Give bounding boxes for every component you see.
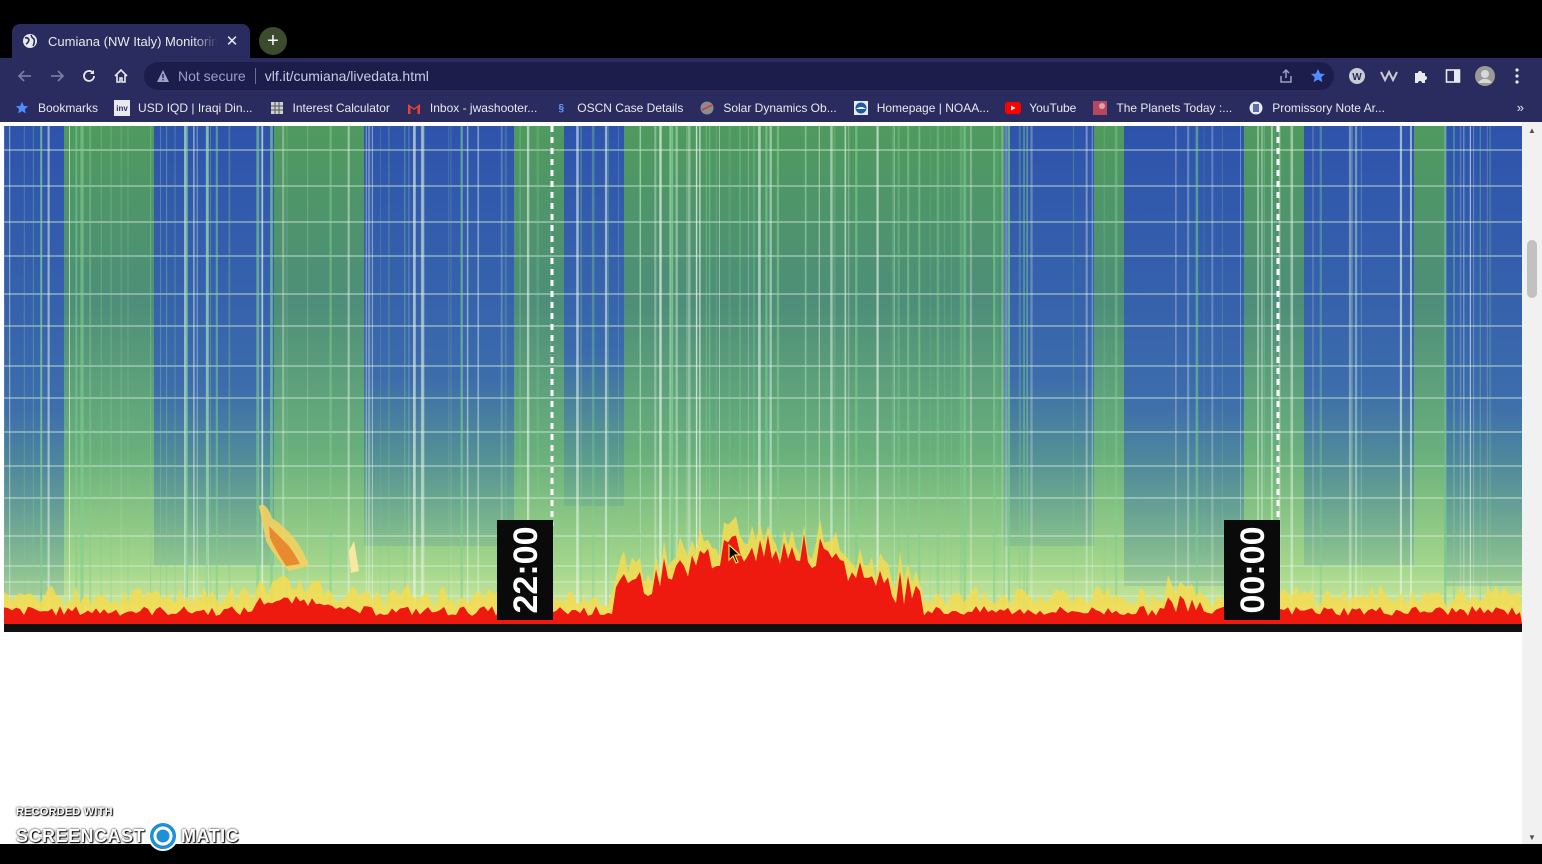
- tab-cumiana[interactable]: Cumiana (NW Italy) Monitoring S ✕: [12, 24, 250, 58]
- new-tab-button[interactable]: +: [259, 27, 287, 55]
- bookmark-label: Promissory Note Ar...: [1272, 101, 1385, 115]
- tab-strip: Cumiana (NW Italy) Monitoring S ✕ +: [0, 0, 1542, 58]
- toolbar: Not secure vlf.it/cumiana/livedata.html …: [0, 58, 1542, 94]
- scroll-up-icon[interactable]: ▲: [1528, 126, 1536, 135]
- time-label-00-box: 00:00: [1224, 520, 1280, 620]
- menu-kebab-icon[interactable]: [1507, 66, 1527, 86]
- planets-icon: [1092, 100, 1108, 116]
- bookmark-solar-dynamics[interactable]: Solar Dynamics Ob...: [699, 100, 837, 116]
- address-bar[interactable]: Not secure vlf.it/cumiana/livedata.html: [144, 62, 1334, 90]
- extensions-puzzle-icon[interactable]: [1411, 66, 1431, 86]
- bookmark-star-icon[interactable]: [1308, 66, 1328, 86]
- bookmark-label: YouTube: [1029, 101, 1077, 115]
- vlf-spectrogram: 22:00 00:00: [4, 126, 1522, 632]
- gmail-icon: [406, 100, 422, 116]
- globe-icon: [23, 34, 37, 48]
- warning-icon[interactable]: [156, 69, 170, 83]
- scrollbar-thumb[interactable]: [1527, 240, 1537, 298]
- bookmarks-overflow-icon[interactable]: »: [1517, 100, 1524, 115]
- bookmark-label: Interest Calculator: [292, 101, 390, 115]
- screencast-logo-icon: [148, 821, 179, 851]
- extension-vee-icon[interactable]: [1379, 66, 1399, 86]
- time-label-00: 00:00: [1234, 527, 1272, 614]
- noaa-icon: [853, 100, 869, 116]
- watermark-line1: RECORDED WITH: [16, 806, 113, 818]
- bookmark-label: OSCN Case Details: [577, 101, 684, 115]
- oscn-icon: §: [558, 102, 565, 114]
- bookmark-label: USD IQD | Iraqi Din...: [138, 101, 253, 115]
- extension-w-icon[interactable]: W: [1347, 66, 1367, 86]
- bookmark-label: Homepage | NOAA...: [876, 101, 990, 115]
- reload-icon[interactable]: [75, 62, 103, 90]
- youtube-icon: [1005, 100, 1022, 116]
- back-arrow-icon[interactable]: [11, 62, 39, 90]
- bookmark-label: Bookmarks: [38, 101, 99, 115]
- home-icon[interactable]: [107, 62, 135, 90]
- bookmark-inbox[interactable]: Inbox - jwashooter...: [406, 100, 537, 116]
- forward-arrow-icon[interactable]: [43, 62, 71, 90]
- side-panel-icon[interactable]: [1443, 66, 1463, 86]
- calculator-icon: [269, 100, 285, 116]
- bookmark-oscn[interactable]: § OSCN Case Details: [553, 100, 684, 116]
- bookmark-noaa[interactable]: Homepage | NOAA...: [853, 100, 990, 116]
- separator: [254, 68, 256, 84]
- bookmark-interest-calculator[interactable]: Interest Calculator: [269, 100, 390, 116]
- share-icon[interactable]: [1276, 66, 1296, 86]
- avatar[interactable]: [1475, 66, 1495, 86]
- bookmark-youtube[interactable]: YouTube: [1005, 100, 1076, 116]
- watermark-brand-left: SCREENCAST: [16, 825, 146, 846]
- bookmark-planets-today[interactable]: The Planets Today :...: [1092, 100, 1232, 116]
- tab-title: Cumiana (NW Italy) Monitoring S: [48, 33, 218, 49]
- bookmark-label: The Planets Today :...: [1116, 101, 1233, 115]
- bookmark-label: Inbox - jwashooter...: [429, 101, 538, 115]
- bookmark-label: Solar Dynamics Ob...: [723, 101, 837, 115]
- bookmark-usd-iqd[interactable]: inv USD IQD | Iraqi Din...: [114, 100, 253, 116]
- security-label[interactable]: Not secure: [178, 68, 246, 84]
- time-label-22-box: 22:00: [497, 520, 553, 620]
- watermark-brand-right: MATIC: [181, 825, 240, 846]
- vertical-scrollbar[interactable]: ▲ ▼: [1522, 122, 1542, 844]
- baseline: [4, 624, 1522, 632]
- svg-text:W: W: [1352, 72, 1362, 83]
- bookmark-promissory-note[interactable]: Promissory Note Ar...: [1248, 100, 1385, 116]
- page-content: 22:00 00:00 ▲ ▼: [0, 122, 1542, 844]
- close-icon[interactable]: ✕: [224, 33, 240, 50]
- scroll-down-icon[interactable]: ▼: [1528, 833, 1536, 842]
- mouse-cursor-icon: [728, 544, 742, 564]
- bookmarks-bar: Bookmarks inv USD IQD | Iraqi Din... Int…: [0, 94, 1542, 122]
- time-label-22: 22:00: [507, 527, 545, 614]
- screencast-watermark: RECORDED WITH SCREENCAST MATIC: [16, 806, 239, 852]
- nasa-icon: [699, 100, 715, 116]
- browser-window: Cumiana (NW Italy) Monitoring S ✕ + Not …: [0, 0, 1542, 864]
- url-text[interactable]: vlf.it/cumiana/livedata.html: [265, 68, 429, 84]
- bookmark-bookmarks[interactable]: Bookmarks: [14, 100, 98, 116]
- star-icon: [14, 100, 30, 116]
- document-icon: [1248, 100, 1264, 116]
- inv-icon: inv: [114, 100, 131, 116]
